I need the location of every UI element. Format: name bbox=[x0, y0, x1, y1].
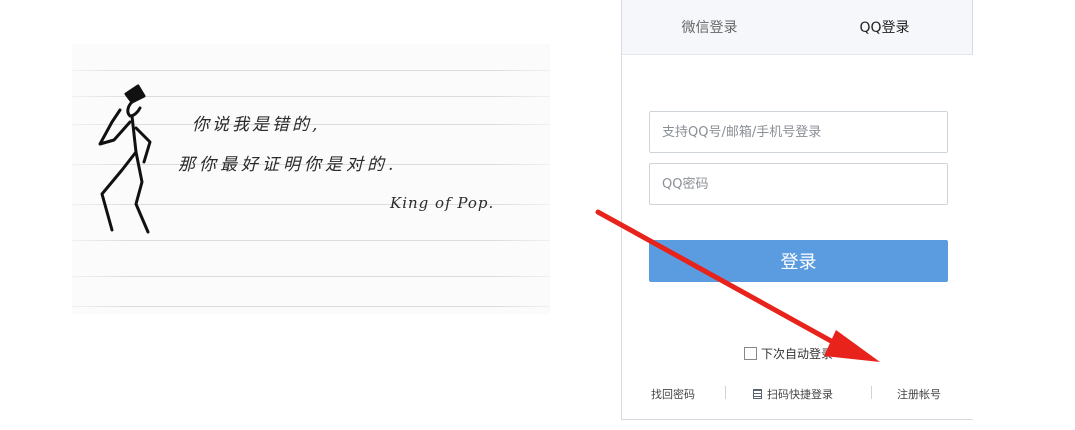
quote-illustration: 你说我是错的, 那你最好证明你是对的. King of Pop. bbox=[72, 44, 550, 314]
qr-login-label: 扫码快捷登录 bbox=[767, 388, 833, 401]
login-form bbox=[649, 111, 948, 205]
login-tab-bar: 微信登录 QQ登录 bbox=[622, 0, 973, 55]
divider bbox=[725, 386, 726, 399]
tab-wechat-login[interactable]: 微信登录 bbox=[622, 0, 797, 54]
divider bbox=[871, 386, 872, 399]
login-panel: 微信登录 QQ登录 登录 下次自动登录 找回密码 扫码快捷登录 注册帐号 bbox=[621, 0, 973, 420]
auto-login-option[interactable]: 下次自动登录 bbox=[744, 345, 833, 362]
login-button[interactable]: 登录 bbox=[649, 240, 948, 282]
quote-line-1: 你说我是错的, bbox=[192, 115, 321, 135]
qr-login-link[interactable]: 扫码快捷登录 bbox=[753, 386, 833, 402]
quote-signature: King of Pop. bbox=[390, 194, 495, 212]
quote-line-2: 那你最好证明你是对的. bbox=[178, 155, 398, 175]
ruled-line bbox=[72, 70, 550, 71]
ruled-line bbox=[72, 276, 550, 277]
auto-login-label: 下次自动登录 bbox=[761, 347, 834, 361]
auto-login-checkbox[interactable] bbox=[744, 347, 757, 360]
footer-links: 找回密码 扫码快捷登录 注册帐号 bbox=[622, 384, 974, 402]
tab-qq-login[interactable]: QQ登录 bbox=[797, 0, 972, 54]
dancer-sketch-icon bbox=[98, 84, 152, 234]
account-input[interactable] bbox=[649, 111, 948, 153]
recover-password-link[interactable]: 找回密码 bbox=[651, 386, 695, 402]
qr-code-icon bbox=[753, 389, 762, 399]
password-input[interactable] bbox=[649, 163, 948, 205]
ruled-line bbox=[72, 306, 550, 307]
register-account-link[interactable]: 注册帐号 bbox=[897, 386, 941, 402]
